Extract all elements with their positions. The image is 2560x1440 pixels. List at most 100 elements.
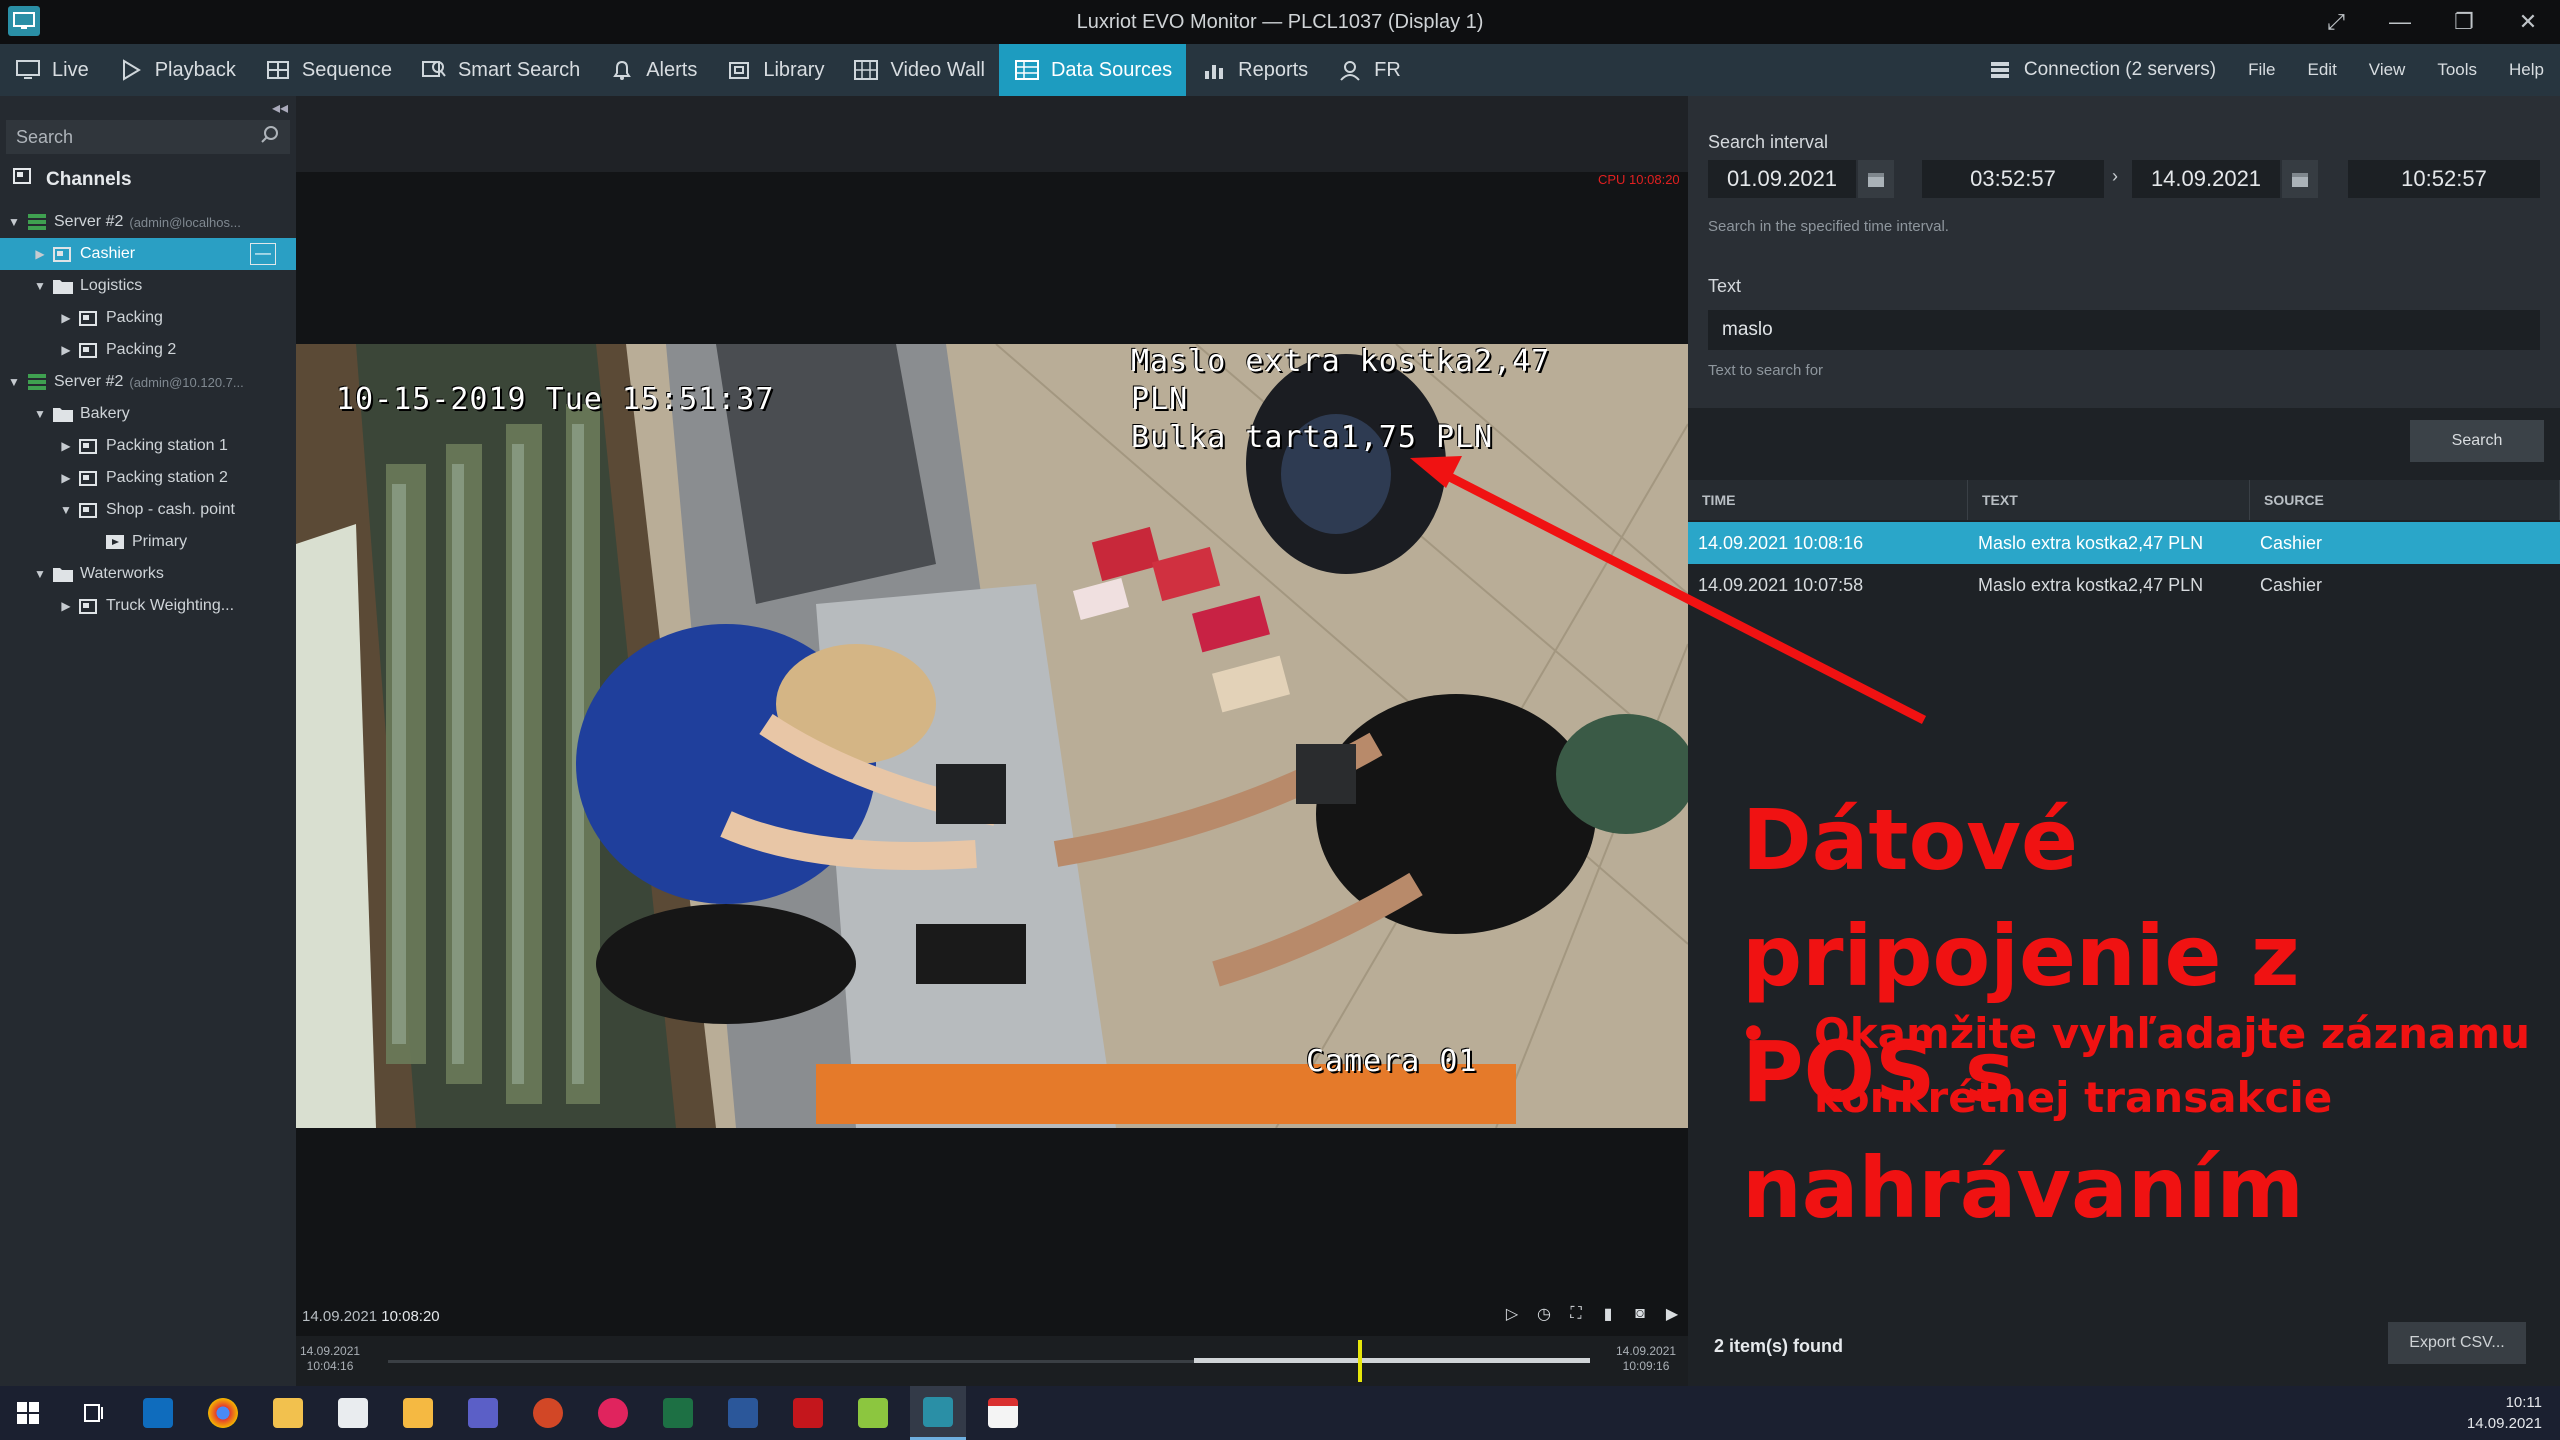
- tree-item-camera[interactable]: ▶ Truck Weighting...: [0, 590, 296, 622]
- minimize-icon[interactable]: —: [250, 243, 276, 265]
- expanded-arrow-icon[interactable]: ▼: [6, 215, 22, 229]
- calendar-icon[interactable]: [2282, 160, 2318, 198]
- fullscreen-icon[interactable]: ⛶: [1566, 1304, 1586, 1324]
- video-viewport[interactable]: CPU 10:08:20 10-15-2019 Tue 15:51:37 Mas…: [296, 96, 1688, 1386]
- outlook-icon[interactable]: [130, 1386, 186, 1440]
- menu-data-sources[interactable]: Data Sources: [998, 44, 1187, 96]
- table-row[interactable]: 14.09.2021 10:08:16 Maslo extra kostka2,…: [1688, 522, 2560, 564]
- clock-date: 14.09.2021: [2466, 1415, 2542, 1432]
- tree-item-server[interactable]: ▼ Server #2 (admin@10.120.7...: [0, 366, 296, 398]
- tree-item-camera[interactable]: ▶ Packing 2: [0, 334, 296, 366]
- playback-timeline[interactable]: 14.09.2021 10:04:16 14.09.2021 10:09:16: [296, 1336, 1688, 1386]
- collapsed-arrow-icon[interactable]: ▶: [58, 439, 74, 453]
- table-row[interactable]: 14.09.2021 10:07:58 Maslo extra kostka2,…: [1688, 564, 2560, 606]
- interval-hint: Search in the specified time interval.: [1708, 218, 1949, 235]
- menu-view[interactable]: View: [2353, 44, 2422, 96]
- annotation-bullet-line-2: konkrétnej transakcie: [1814, 1073, 2333, 1122]
- notepad-icon[interactable]: [325, 1386, 381, 1440]
- from-time-field[interactable]: 03:52:57: [1922, 160, 2104, 198]
- channel-search-input[interactable]: Search: [6, 120, 290, 154]
- menu-file[interactable]: File: [2232, 44, 2291, 96]
- expanded-arrow-icon[interactable]: ▼: [6, 375, 22, 389]
- start-icon[interactable]: [0, 1386, 56, 1440]
- menu-video-wall[interactable]: Video Wall: [838, 44, 999, 96]
- tree-item-server[interactable]: ▼ Server #2 (admin@localhos...: [0, 206, 296, 238]
- to-date-field[interactable]: 14.09.2021: [2132, 160, 2280, 198]
- close-button[interactable]: ✕: [2496, 0, 2560, 44]
- menu-library[interactable]: Library: [711, 44, 838, 96]
- powerpoint-icon[interactable]: [520, 1386, 576, 1440]
- tree-item-folder[interactable]: ▼ Bakery: [0, 398, 296, 430]
- expanded-arrow-icon[interactable]: ▼: [32, 279, 48, 293]
- menu-live[interactable]: Live: [0, 44, 103, 96]
- expanded-arrow-icon[interactable]: ▼: [58, 503, 74, 517]
- collapsed-arrow-icon[interactable]: ▶: [58, 599, 74, 613]
- search-button[interactable]: Search: [2410, 420, 2544, 462]
- tree-item-camera[interactable]: ▼ Shop - cash. point: [0, 494, 296, 526]
- menu-sequence[interactable]: Sequence: [250, 44, 406, 96]
- chrome-icon[interactable]: [195, 1386, 251, 1440]
- collapsed-arrow-icon[interactable]: ▶: [58, 471, 74, 485]
- to-time-field[interactable]: 10:52:57: [2348, 160, 2540, 198]
- tree-item-camera[interactable]: ▶ Packing station 2: [0, 462, 296, 494]
- connection-menu[interactable]: Connection (2 servers): [1970, 44, 2232, 96]
- menu-alerts-label: Alerts: [646, 58, 698, 81]
- export-video-icon[interactable]: ▶: [1662, 1304, 1682, 1324]
- folder-icon[interactable]: [390, 1386, 446, 1440]
- minimize-button[interactable]: —: [2368, 0, 2432, 44]
- file-explorer-icon[interactable]: [260, 1386, 316, 1440]
- collapsed-arrow-icon[interactable]: ▶: [58, 343, 74, 357]
- tree-item-camera[interactable]: ▶ Packing: [0, 302, 296, 334]
- menu-smart-search[interactable]: Smart Search: [406, 44, 594, 96]
- menu-reports[interactable]: Reports: [1186, 44, 1322, 96]
- teams-icon[interactable]: [455, 1386, 511, 1440]
- camera-video-frame[interactable]: 10-15-2019 Tue 15:51:37 Maslo extra kost…: [296, 344, 1688, 1128]
- menu-edit[interactable]: Edit: [2292, 44, 2353, 96]
- tree-item-camera[interactable]: ▶ Cashier —: [0, 238, 296, 270]
- system-clock[interactable]: 10:11 14.09.2021: [2467, 1392, 2542, 1434]
- timeline-start-label: 14.09.2021 10:04:16: [300, 1344, 360, 1374]
- tree-item-stream[interactable]: Primary: [0, 526, 296, 558]
- menu-fr[interactable]: FR: [1322, 44, 1415, 96]
- sheets-icon[interactable]: [845, 1386, 901, 1440]
- task-view-icon[interactable]: [65, 1386, 121, 1440]
- snapshot-icon[interactable]: ◙: [1630, 1304, 1650, 1324]
- menu-help[interactable]: Help: [2493, 44, 2560, 96]
- expand-icon[interactable]: ⤢: [2304, 0, 2368, 44]
- excel-icon[interactable]: [650, 1386, 706, 1440]
- restore-button[interactable]: ❐: [2432, 0, 2496, 44]
- video-settings-icon[interactable]: ▷: [1502, 1304, 1522, 1324]
- column-text[interactable]: TEXT: [1968, 480, 2250, 520]
- collapsed-arrow-icon[interactable]: ▶: [32, 247, 48, 261]
- data-sources-icon: [1013, 56, 1041, 84]
- bookmark-icon[interactable]: ▮: [1598, 1304, 1618, 1324]
- menu-video-wall-label: Video Wall: [890, 58, 985, 81]
- acrobat-icon[interactable]: [780, 1386, 836, 1440]
- column-time[interactable]: TIME: [1688, 480, 1968, 520]
- expanded-arrow-icon[interactable]: ▼: [32, 567, 48, 581]
- search-placeholder: Search: [16, 126, 74, 147]
- calendar-icon[interactable]: [1858, 160, 1894, 198]
- tree-item-sublabel: (admin@localhos...: [129, 214, 241, 230]
- collapsed-arrow-icon[interactable]: ▶: [58, 311, 74, 325]
- clock-icon[interactable]: ◷: [1534, 1304, 1554, 1324]
- tree-item-folder[interactable]: ▼ Waterworks: [0, 558, 296, 590]
- row-source: Cashier: [2260, 532, 2323, 553]
- calendar-icon[interactable]: [975, 1386, 1031, 1440]
- collapse-sidebar-icon[interactable]: ◂◂: [0, 96, 296, 120]
- word-icon[interactable]: [715, 1386, 771, 1440]
- menu-playback[interactable]: Playback: [103, 44, 250, 96]
- menu-alerts[interactable]: Alerts: [594, 44, 711, 96]
- expanded-arrow-icon[interactable]: ▼: [32, 407, 48, 421]
- app-icon[interactable]: [585, 1386, 641, 1440]
- menu-tools[interactable]: Tools: [2421, 44, 2493, 96]
- timeline-cursor[interactable]: [1358, 1340, 1362, 1382]
- luxriot-icon[interactable]: [910, 1386, 966, 1440]
- tree-item-folder[interactable]: ▼ Logistics: [0, 270, 296, 302]
- column-source[interactable]: SOURCE: [2250, 480, 2560, 520]
- search-text-input[interactable]: maslo: [1708, 310, 2540, 350]
- tree-item-camera[interactable]: ▶ Packing station 1: [0, 430, 296, 462]
- export-csv-button[interactable]: Export CSV...: [2388, 1322, 2526, 1364]
- from-date-field[interactable]: 01.09.2021: [1708, 160, 1856, 198]
- sequence-icon: [264, 56, 292, 84]
